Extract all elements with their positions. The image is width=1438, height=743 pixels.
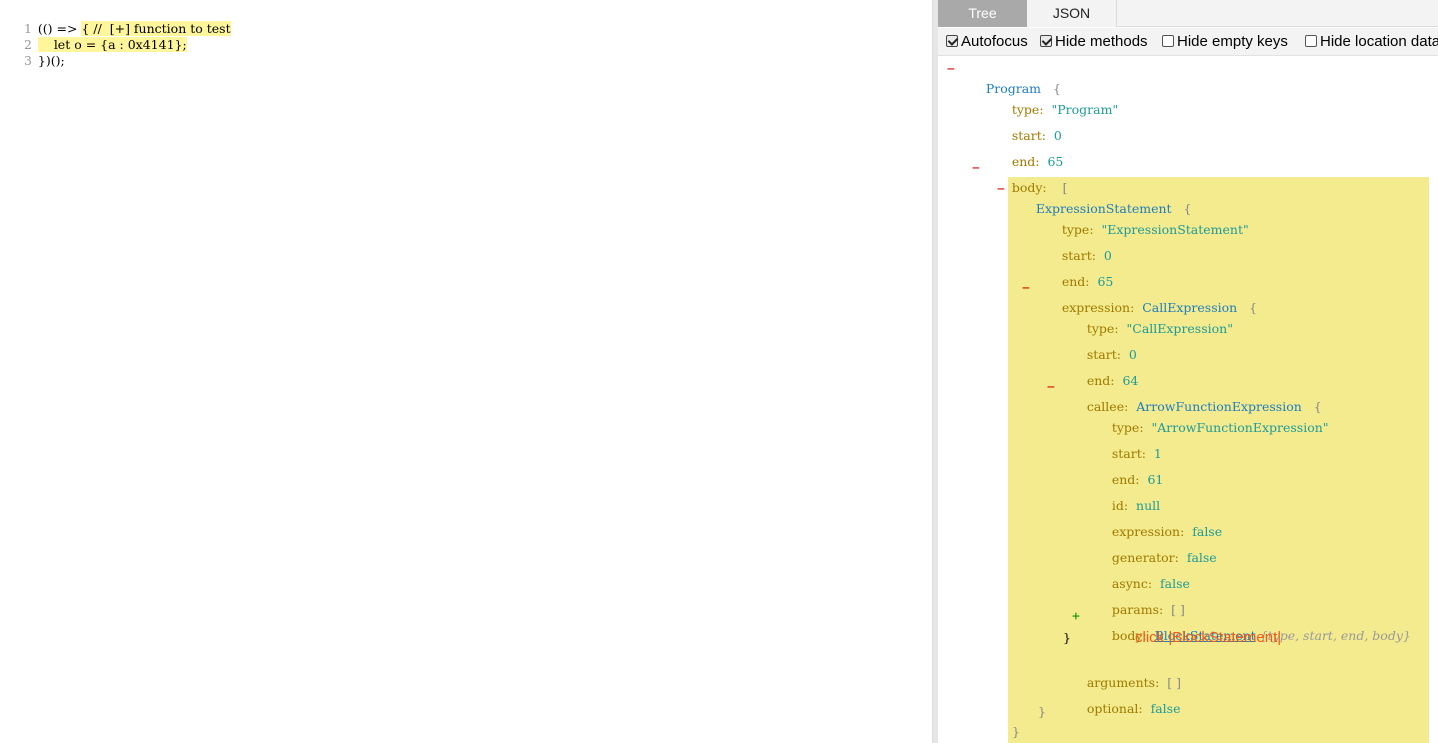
prop-end: end: 65 — [988, 135, 1064, 169]
prop-end: end: 64 — [1063, 354, 1139, 388]
prop-value: false — [1150, 701, 1181, 716]
prop-expression[interactable]: expression: CallExpression { — [1038, 281, 1257, 315]
prop-key: optional: — [1086, 701, 1143, 716]
annotation-text: click |BlockStatement| — [1135, 629, 1282, 646]
hide-methods-label: Hide methods — [1055, 33, 1148, 50]
tab-json[interactable]: JSON — [1027, 0, 1117, 27]
ast-output-panel: Tree JSON Autofocus Hide methods Hide em… — [938, 0, 1438, 743]
collapse-icon[interactable]: − — [1047, 380, 1055, 395]
prop-end: end: 65 — [1038, 255, 1114, 289]
expand-icon[interactable]: + — [1072, 609, 1080, 624]
prop-generator: generator: false — [1088, 531, 1217, 565]
hide-empty-keys-label: Hide empty keys — [1177, 33, 1288, 50]
ast-tree: − Program { type: "Program" start: 0 end… — [938, 57, 1438, 743]
prop-id: id: null — [1088, 479, 1160, 513]
prop-type: type: "ExpressionStatement" — [1038, 203, 1249, 237]
close-brace: } — [1038, 704, 1046, 719]
prop-value: "ArrowFunctionExpression" — [1151, 420, 1329, 435]
hide-empty-keys-checkbox[interactable] — [1162, 35, 1174, 47]
prop-start: start: 0 — [1038, 229, 1112, 263]
autofocus-option[interactable]: Autofocus — [946, 28, 1028, 55]
autofocus-label: Autofocus — [961, 33, 1028, 50]
hide-location-data-option[interactable]: Hide location data — [1305, 28, 1438, 55]
prop-start: start: 0 — [988, 109, 1062, 143]
prop-type: type: "CallExpression" — [1063, 302, 1233, 336]
view-tabs: Tree JSON — [938, 0, 1438, 27]
prop-params: params: [ ] — [1088, 583, 1185, 617]
collapse-icon[interactable]: − — [1022, 281, 1030, 296]
prop-body[interactable]: body: BlockStatement {type, start, end, … — [1088, 609, 1411, 643]
code-editor[interactable]: 1(() => { // [+] function to test 2 let … — [0, 0, 933, 743]
close-brace: } — [1012, 724, 1020, 739]
highlighted-code: let o = {a : 0x4141}; — [53, 37, 187, 52]
prop-value: "CallExpression" — [1126, 321, 1233, 336]
prop-optional: optional: false — [1063, 682, 1181, 716]
collapse-icon[interactable]: − — [997, 182, 1005, 197]
prop-start: start: 0 — [1063, 328, 1137, 362]
prop-type: type: "Program" — [988, 83, 1118, 117]
collapse-icon[interactable]: − — [972, 161, 980, 176]
prop-arguments: arguments: [ ] — [1063, 656, 1181, 690]
prop-value: "ExpressionStatement" — [1101, 222, 1249, 237]
prop-value: false — [1186, 550, 1217, 565]
code-line-2[interactable]: 2 let o = {a : 0x4141}; — [0, 21, 187, 52]
code-line-1[interactable]: 1(() => { // [+] function to test — [0, 5, 231, 36]
open-brace: { — [1249, 300, 1258, 315]
hide-methods-checkbox[interactable] — [1040, 35, 1052, 47]
prop-start: start: 1 — [1088, 427, 1162, 461]
autofocus-checkbox[interactable] — [946, 35, 958, 47]
hide-location-data-checkbox[interactable] — [1305, 35, 1317, 47]
node-summary: {type, start, end, body} — [1259, 628, 1411, 643]
node-expression-statement[interactable]: ExpressionStatement { — [1012, 182, 1192, 216]
code-line-3[interactable]: 3 })(); — [0, 37, 65, 68]
node-program[interactable]: Program { — [962, 62, 1061, 96]
hide-methods-option[interactable]: Hide methods — [1040, 28, 1148, 55]
hide-empty-keys-option[interactable]: Hide empty keys — [1162, 28, 1288, 55]
prop-async: async: false — [1088, 557, 1190, 591]
line-number: 3 — [23, 53, 32, 68]
prop-end: end: 61 — [1088, 453, 1164, 487]
code-text: })(); — [37, 53, 65, 68]
prop-type: type: "ArrowFunctionExpression" — [1088, 401, 1329, 435]
prop-callee[interactable]: callee: ArrowFunctionExpression { — [1063, 380, 1322, 414]
prop-expression: expression: false — [1088, 505, 1222, 539]
tab-tree[interactable]: Tree — [938, 0, 1027, 27]
close-brace: } — [1063, 630, 1071, 645]
collapse-icon[interactable]: − — [947, 62, 955, 77]
hide-location-data-label: Hide location data — [1320, 33, 1438, 50]
prop-body[interactable]: body: [ — [988, 161, 1068, 195]
tree-options-bar: Autofocus Hide methods Hide empty keys H… — [938, 28, 1438, 56]
